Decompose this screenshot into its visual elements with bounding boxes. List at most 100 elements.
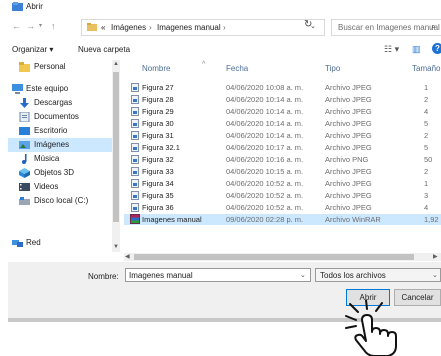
table-row[interactable]: Figura 35 04/06/2020 10:52 a. m. Archivo… — [124, 190, 441, 201]
sidebar-item-documentos[interactable]: Documentos — [8, 110, 112, 124]
table-row[interactable]: Figura 28 04/06/2020 10:14 a. m. Archivo… — [124, 94, 441, 105]
file-date: 09/06/2020 02:28 p. m. — [226, 215, 304, 224]
computer-icon — [12, 84, 23, 94]
view-options-icon[interactable]: ☷ ▾ — [384, 44, 399, 55]
scrollbar-thumb[interactable] — [113, 72, 119, 222]
file-type: Archivo JPEG — [325, 179, 372, 188]
file-name: Figura 27 — [142, 83, 174, 92]
file-date: 04/06/2020 10:52 a. m. — [226, 179, 304, 188]
organize-button[interactable]: Organizar ▾ — [12, 45, 53, 54]
file-size: 1 — [424, 83, 429, 92]
file-date: 04/06/2020 10:14 a. m. — [226, 119, 304, 128]
file-type: Archivo JPEG — [325, 83, 372, 92]
table-row[interactable]: Figura 34 04/06/2020 10:52 a. m. Archivo… — [124, 178, 441, 189]
file-size: 1,92 — [424, 215, 439, 224]
sidebar-item-escritorio[interactable]: Escritorio — [8, 124, 112, 138]
file-date: 04/06/2020 10:17 a. m. — [226, 143, 304, 152]
winrar-archive-icon — [130, 214, 140, 224]
file-type: Archivo JPEG — [325, 203, 372, 212]
preview-pane-icon[interactable]: ▥ — [412, 44, 421, 55]
column-header-label: Nombre — [142, 64, 171, 73]
sidebar-item-disco-local[interactable]: Disco local (C:) — [8, 194, 112, 208]
sidebar-scrollbar[interactable]: ▲ ▼ — [112, 60, 120, 252]
image-file-icon — [131, 191, 139, 200]
file-type: Archivo JPEG — [325, 191, 372, 200]
scroll-right-icon[interactable]: ▶ — [433, 253, 438, 260]
file-name: Figura 30 — [142, 119, 174, 128]
sidebar-item-red[interactable]: Red — [8, 236, 112, 250]
file-name: Imagenes manual — [142, 215, 202, 224]
sidebar-item-personal[interactable]: Personal — [8, 60, 112, 74]
sidebar-item-objetos-3d[interactable]: Objetos 3D — [8, 166, 112, 180]
file-type: Archivo JPEG — [325, 167, 372, 176]
file-date: 04/06/2020 10:52 a. m. — [226, 203, 304, 212]
hand-pointer-icon — [345, 300, 397, 356]
file-size: 2 — [424, 131, 429, 140]
table-row[interactable]: Figura 32.1 04/06/2020 10:17 a. m. Archi… — [124, 142, 441, 153]
objects3d-icon — [19, 168, 30, 178]
back-arrow-icon[interactable]: ← — [12, 21, 21, 31]
sidebar-item-musica[interactable]: Música — [8, 152, 112, 166]
table-row[interactable]: Figura 30 04/06/2020 10:14 a. m. Archivo… — [124, 118, 441, 129]
file-type: Archivo PNG — [325, 155, 369, 164]
column-header-date[interactable]: Fecha — [226, 64, 248, 73]
sidebar-item-videos[interactable]: Videos — [8, 180, 112, 194]
chevron-right-icon: › — [223, 23, 226, 32]
file-type: Archivo JPEG — [325, 95, 372, 104]
chevron-down-icon[interactable]: ⌄ — [300, 271, 306, 279]
file-type-select[interactable]: Todos los archivos ⌄ — [315, 268, 441, 282]
file-type: Archivo JPEG — [325, 131, 372, 140]
recent-dropdown-icon[interactable]: ▾ — [39, 21, 42, 31]
up-arrow-icon[interactable]: ↑ — [51, 21, 56, 31]
chevron-right-icon: › — [149, 23, 152, 32]
table-row[interactable]: Figura 33 04/06/2020 10:15 a. m. Archivo… — [124, 166, 441, 177]
address-bar[interactable]: « Imágenes › Imagenes manual › ⌄ — [81, 19, 325, 36]
image-file-icon — [131, 203, 139, 212]
search-input[interactable]: Buscar en Imagenes manual ⌕ — [331, 19, 441, 36]
scrollbar-thumb[interactable] — [134, 254, 414, 260]
image-file-icon — [131, 179, 139, 188]
sidebar-item-label: Documentos — [34, 112, 79, 121]
refresh-icon[interactable]: ↻ — [304, 19, 312, 30]
file-name: Figura 29 — [142, 107, 174, 116]
table-row[interactable]: Figura 36 04/06/2020 10:52 a. m. Archivo… — [124, 202, 441, 213]
network-icon — [12, 240, 23, 247]
image-file-icon — [131, 155, 139, 164]
scroll-down-icon[interactable]: ▼ — [113, 244, 119, 250]
file-name: Figura 32 — [142, 155, 174, 164]
column-header-name[interactable]: Nombre ^ — [142, 61, 205, 73]
search-icon[interactable]: ⌕ — [431, 22, 435, 32]
column-header-size[interactable]: Tamaño — [412, 64, 440, 73]
navigation-pane: Personal Este equipo Descargas Documento… — [8, 60, 120, 254]
file-date: 04/06/2020 10:14 a. m. — [226, 107, 304, 116]
column-header-type[interactable]: Tipo — [325, 64, 340, 73]
forward-arrow-icon[interactable]: → — [26, 21, 35, 31]
help-icon[interactable]: ? — [432, 43, 441, 54]
file-list: Nombre ^ Fecha Tipo Tamaño Figura 27 04/… — [124, 60, 441, 254]
documents-icon — [19, 112, 30, 122]
scroll-left-icon[interactable]: ◀ — [125, 253, 130, 260]
table-row[interactable]: Figura 31 04/06/2020 10:14 a. m. Archivo… — [124, 130, 441, 141]
title-bar: Abrir — [8, 0, 441, 14]
sidebar-item-label: Este equipo — [26, 84, 69, 93]
sidebar-item-label: Objetos 3D — [34, 168, 75, 177]
table-row[interactable]: Figura 27 04/06/2020 10:08 a. m. Archivo… — [124, 82, 441, 93]
table-row[interactable]: Figura 32 04/06/2020 10:16 a. m. Archivo… — [124, 154, 441, 165]
sidebar-item-este-equipo[interactable]: Este equipo — [8, 82, 112, 96]
sidebar-item-label: Música — [34, 154, 60, 163]
new-folder-button[interactable]: Nueva carpeta — [78, 45, 130, 54]
breadcrumb-overflow[interactable]: « — [101, 23, 105, 32]
breadcrumb-imagenes[interactable]: Imágenes — [111, 23, 146, 32]
file-name-input[interactable]: Imagenes manual ⌄ — [125, 268, 311, 282]
sidebar-item-imagenes[interactable]: Imágenes — [8, 138, 112, 152]
scroll-up-icon[interactable]: ▲ — [113, 61, 119, 67]
drive-icon — [19, 197, 30, 205]
toolbar: Organizar ▾ Nueva carpeta ☷ ▾ ▥ ? — [8, 42, 441, 58]
table-row-selected[interactable]: Imagenes manual 09/06/2020 02:28 p. m. A… — [124, 214, 441, 225]
breadcrumb-imagenes-manual[interactable]: Imagenes manual — [157, 23, 221, 32]
table-row[interactable]: Figura 29 04/06/2020 10:14 a. m. Archivo… — [124, 106, 441, 117]
horizontal-scrollbar[interactable]: ◀ ▶ — [124, 253, 441, 261]
sidebar-item-label: Disco local (C:) — [34, 196, 89, 205]
sidebar-item-descargas[interactable]: Descargas — [8, 96, 112, 110]
file-type: Archivo JPEG — [325, 119, 372, 128]
